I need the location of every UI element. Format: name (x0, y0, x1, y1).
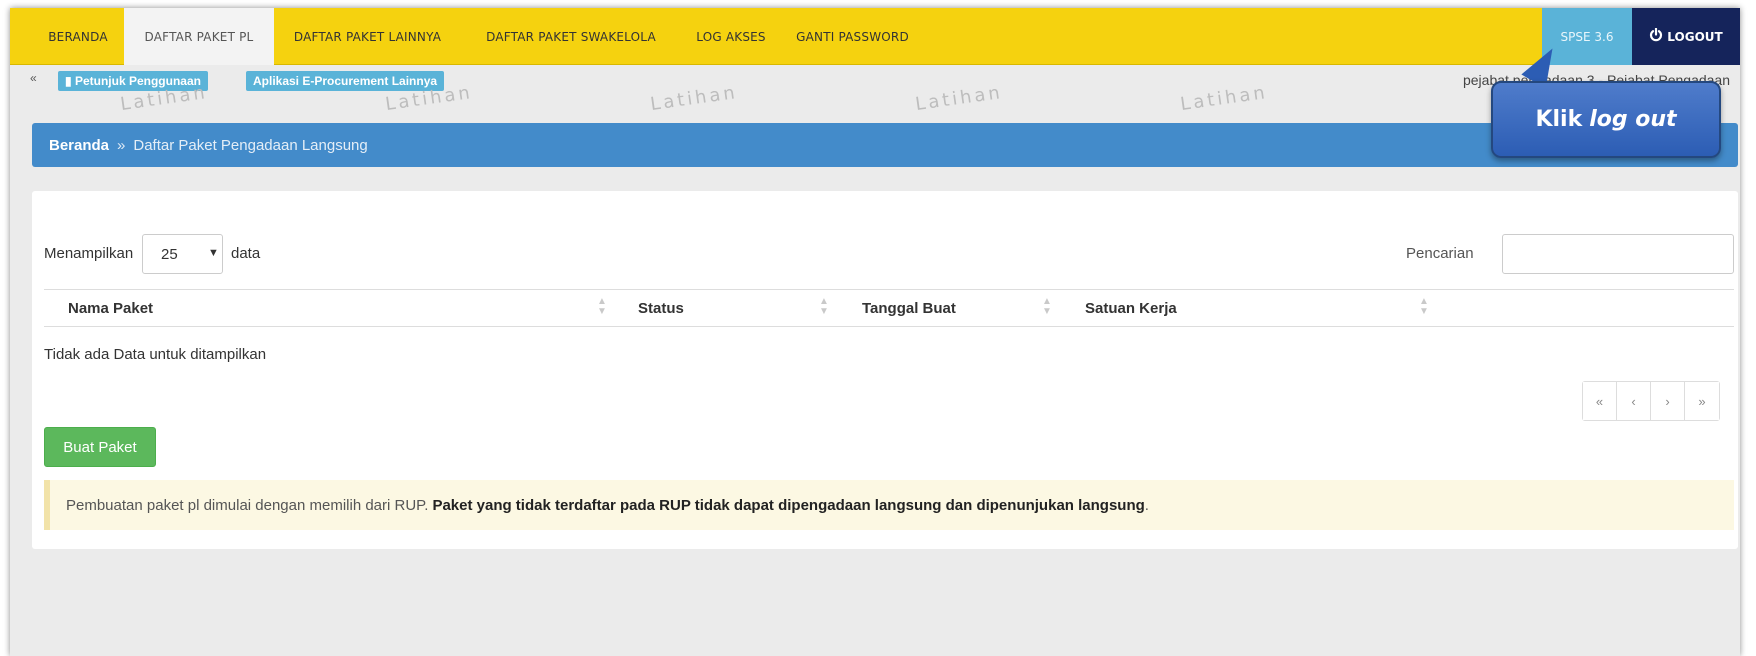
book-icon: ▮ (65, 74, 72, 88)
power-icon (1649, 27, 1663, 45)
alert-bold-text: Paket yang tidak terdaftar pada RUP tida… (432, 496, 1145, 514)
column-header-satuan-kerja[interactable]: Satuan Kerja (1085, 300, 1177, 317)
nav-beranda[interactable]: BERANDA (32, 8, 124, 65)
column-header-status[interactable]: Status (638, 300, 684, 317)
sort-icon[interactable]: ▲ ▼ (1042, 297, 1052, 317)
table-header: Nama Paket ▲ ▼ Status ▲ ▼ Tanggal Buat ▲ ▼ … (44, 289, 1734, 327)
search-label: Pencarian (1406, 245, 1474, 262)
browser-frame: BERANDA DAFTAR PAKET PL DAFTAR PAKET LAI… (10, 8, 1740, 656)
logout-button[interactable]: LOGOUT (1632, 8, 1740, 65)
buat-paket-button[interactable]: Buat Paket (44, 427, 156, 467)
first-page-button[interactable]: « (1583, 382, 1617, 420)
callout-emph: log out (1589, 107, 1677, 132)
alert-end: . (1144, 496, 1149, 514)
top-navbar: BERANDA DAFTAR PAKET PL DAFTAR PAKET LAI… (10, 8, 1740, 65)
logout-callout: Klik log out (1491, 81, 1721, 158)
breadcrumb-home-link[interactable]: Beranda (49, 137, 109, 154)
pagination: « ‹ › » (1582, 381, 1720, 421)
data-label: data (231, 245, 261, 262)
nav-daftar-paket-pl[interactable]: DAFTAR PAKET PL (124, 8, 274, 65)
nav-daftar-paket-swakelola[interactable]: DAFTAR PAKET SWAKELOLA (461, 8, 681, 65)
alert-text: Pembuatan paket pl dimulai dengan memili… (66, 496, 429, 514)
aplikasi-eproc-link[interactable]: Aplikasi E-Procurement Lainnya (246, 71, 445, 91)
column-header-nama-paket[interactable]: Nama Paket (68, 300, 153, 317)
paket-table: Nama Paket ▲ ▼ Status ▲ ▼ Tanggal Buat ▲ ▼ … (44, 289, 1734, 327)
sub-toolbar: « ▮ Petunjuk Penggunaan Aplikasi E-Procu… (10, 65, 1740, 95)
next-page-button[interactable]: › (1651, 382, 1685, 420)
column-header-tanggal-buat[interactable]: Tanggal Buat (862, 300, 956, 317)
nav-ganti-password[interactable]: GANTI PASSWORD (781, 8, 924, 65)
logout-label: LOGOUT (1667, 29, 1723, 44)
nav-daftar-paket-lainnya[interactable]: DAFTAR PAKET LAINNYA (274, 8, 461, 65)
breadcrumb-current: Daftar Paket Pengadaan Langsung (133, 136, 368, 154)
breadcrumb-separator: » (117, 136, 126, 154)
breadcrumb: Beranda » Daftar Paket Pengadaan Langsun… (32, 123, 1738, 167)
search-input[interactable] (1502, 234, 1734, 274)
info-alert: Pembuatan paket pl dimulai dengan memili… (44, 480, 1734, 530)
prev-page-button[interactable]: ‹ (1617, 382, 1651, 420)
callout-prefix: Klik (1535, 107, 1583, 132)
sort-icon[interactable]: ▲ ▼ (1419, 297, 1429, 317)
nav-log-akses[interactable]: LOG AKSES (681, 8, 781, 65)
sort-icon[interactable]: ▲ ▼ (597, 297, 607, 317)
show-entries-label: Menampilkan (44, 245, 134, 262)
sort-icon[interactable]: ▲ ▼ (819, 297, 829, 317)
dropdown-arrow-icon: ▼ (208, 247, 219, 259)
double-chevron-up-icon[interactable]: « (30, 71, 37, 85)
content-panel: Menampilkan 25 ▼ data Pencarian Nama Pak… (32, 191, 1738, 549)
empty-table-message: Tidak ada Data untuk ditampilkan (44, 346, 267, 363)
last-page-button[interactable]: » (1685, 382, 1719, 420)
